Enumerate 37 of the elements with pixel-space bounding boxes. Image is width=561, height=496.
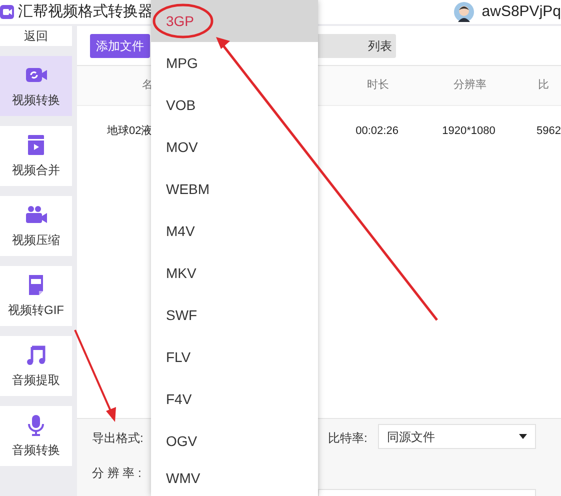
table-cell-text: 5962 (536, 124, 561, 139)
format-option[interactable]: VOB (151, 84, 318, 126)
sidebar-item[interactable]: 音频提取 (0, 336, 72, 396)
sidebar-item[interactable]: 视频转GIF (0, 266, 72, 326)
column-header: 时长 (366, 78, 390, 94)
username[interactable]: awS8PVjPq (482, 0, 561, 24)
format-option[interactable]: MOV (151, 126, 318, 168)
format-option[interactable]: OGV (151, 420, 318, 462)
bitrate-value: 同源文件 (387, 428, 435, 446)
format-option[interactable]: FLV (151, 336, 318, 378)
column-header: 比 (537, 78, 550, 94)
resolution-label: 分 辨 率 : (92, 465, 142, 482)
caret-icon (519, 434, 527, 439)
table-cell-text: 1920*1080 (441, 124, 496, 139)
avatar-icon (454, 2, 474, 22)
back-button[interactable]: 返回 (0, 26, 72, 46)
music-icon (24, 343, 48, 367)
format-option[interactable]: SWF (151, 294, 318, 336)
bitrate-label: 比特率: (328, 430, 368, 447)
export-format-label: 导出格式: (92, 430, 144, 447)
sidebar-item[interactable]: 视频压缩 (0, 196, 72, 256)
table-cell-text: 地球02液 (106, 124, 154, 139)
app-title: 汇帮视频格式转换器 (18, 2, 153, 22)
sidebar-item[interactable]: 视频合并 (0, 126, 72, 186)
format-option[interactable]: MKV (151, 252, 318, 294)
table-cell-text: 00:02:26 (354, 124, 400, 139)
sidebar-item[interactable]: 视频转换 (0, 56, 72, 116)
format-option[interactable]: WMV (151, 462, 318, 494)
column-header: 分辨率 (452, 78, 488, 94)
format-option[interactable]: M4V (151, 210, 318, 252)
highlight-ellipse (152, 4, 214, 38)
format-option[interactable]: F4V (151, 378, 318, 420)
bitrate-dropdown[interactable]: 同源文件 (378, 424, 536, 449)
column-header: 名 (141, 78, 154, 94)
sidebar-item[interactable]: 音频转换 (0, 406, 72, 466)
add-file-button[interactable]: 添加文件 (90, 34, 150, 58)
format-option[interactable]: WEBM (151, 168, 318, 210)
